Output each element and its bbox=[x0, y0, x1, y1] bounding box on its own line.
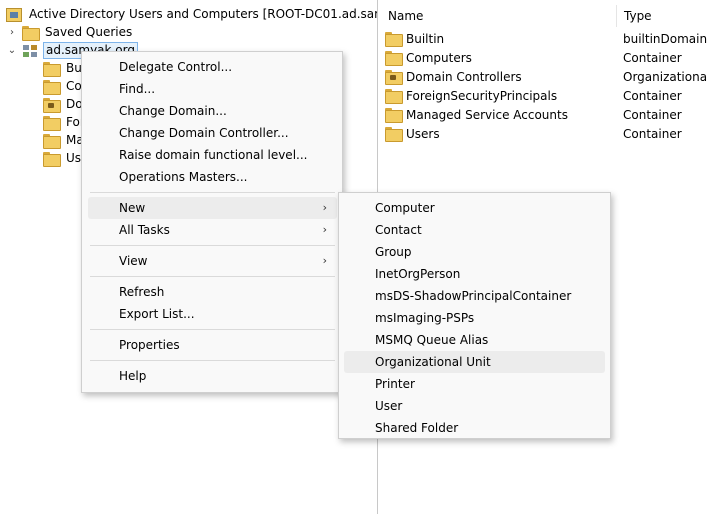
folder-icon bbox=[385, 89, 403, 104]
tree-node-child[interactable]: Ma bbox=[43, 131, 86, 150]
list-item-type: Organizational Unit bbox=[623, 69, 708, 84]
folder-icon bbox=[22, 25, 40, 41]
expand-chevron-icon[interactable]: › bbox=[6, 27, 18, 38]
collapse-chevron-icon[interactable]: ⌄ bbox=[6, 45, 18, 56]
menu-item-change-domain-controller[interactable]: Change Domain Controller... bbox=[88, 122, 337, 144]
menu-item-refresh[interactable]: Refresh bbox=[88, 281, 337, 303]
list-item[interactable]: Builtin builtinDomain bbox=[381, 29, 708, 48]
submenu-arrow-icon: › bbox=[322, 201, 327, 214]
list-item-name: Computers bbox=[406, 50, 472, 65]
menu-item-label: View bbox=[119, 254, 148, 268]
folder-icon bbox=[385, 32, 403, 47]
domain-icon bbox=[22, 44, 38, 58]
submenu-item-user[interactable]: User bbox=[344, 395, 605, 417]
folder-icon bbox=[43, 151, 61, 167]
tree-root-node[interactable]: Active Directory Users and Computers [RO… bbox=[6, 5, 377, 24]
tree-node-label: Saved Queries bbox=[45, 25, 133, 39]
submenu-item-contact[interactable]: Contact bbox=[344, 219, 605, 241]
list-item[interactable]: Managed Service Accounts Container bbox=[381, 105, 708, 124]
new-submenu: Computer Contact Group InetOrgPerson msD… bbox=[338, 192, 611, 439]
column-header-type[interactable]: Type bbox=[617, 5, 708, 27]
menu-item-view[interactable]: View › bbox=[88, 250, 337, 272]
menu-separator bbox=[90, 245, 335, 246]
list-item-type: Container bbox=[623, 50, 682, 65]
folder-icon bbox=[43, 115, 61, 131]
submenu-item-msmq-queue-alias[interactable]: MSMQ Queue Alias bbox=[344, 329, 605, 351]
menu-item-operations-masters[interactable]: Operations Masters... bbox=[88, 166, 337, 188]
folder-icon bbox=[385, 51, 403, 66]
list-item-name: Users bbox=[406, 126, 440, 141]
menu-item-all-tasks[interactable]: All Tasks › bbox=[88, 219, 337, 241]
submenu-item-group[interactable]: Group bbox=[344, 241, 605, 263]
menu-item-label: New bbox=[119, 201, 146, 215]
menu-separator bbox=[90, 329, 335, 330]
list-item-type: Container bbox=[623, 126, 682, 141]
tree-root-label: Active Directory Users and Computers [RO… bbox=[29, 7, 377, 21]
folder-icon bbox=[385, 127, 403, 142]
list-item-type: Container bbox=[623, 107, 682, 122]
submenu-item-shared-folder[interactable]: Shared Folder bbox=[344, 417, 605, 439]
menu-item-raise-functional-level[interactable]: Raise domain functional level... bbox=[88, 144, 337, 166]
menu-separator bbox=[90, 276, 335, 277]
folder-icon bbox=[43, 79, 61, 95]
list-header: Name Type bbox=[381, 5, 708, 27]
submenu-arrow-icon: › bbox=[322, 254, 327, 267]
list-item-name: ForeignSecurityPrincipals bbox=[406, 88, 558, 103]
list-item-type: builtinDomain bbox=[623, 31, 708, 46]
folder-icon bbox=[43, 133, 61, 149]
menu-item-export-list[interactable]: Export List... bbox=[88, 303, 337, 325]
ou-folder-icon bbox=[43, 97, 61, 113]
menu-item-find[interactable]: Find... bbox=[88, 78, 337, 100]
submenu-item-computer[interactable]: Computer bbox=[344, 197, 605, 219]
column-header-name[interactable]: Name bbox=[381, 5, 617, 27]
context-menu: Delegate Control... Find... Change Domai… bbox=[81, 51, 343, 393]
aduc-console-icon bbox=[6, 7, 22, 22]
submenu-item-printer[interactable]: Printer bbox=[344, 373, 605, 395]
submenu-arrow-icon: › bbox=[322, 223, 327, 236]
list-item[interactable]: Computers Container bbox=[381, 48, 708, 67]
list-item-name: Domain Controllers bbox=[406, 69, 522, 84]
menu-item-help[interactable]: Help bbox=[88, 365, 337, 387]
tree-node-saved-queries[interactable]: › Saved Queries bbox=[6, 23, 134, 42]
menu-item-new[interactable]: New › bbox=[88, 197, 337, 219]
list-item-name: Managed Service Accounts bbox=[406, 107, 568, 122]
menu-item-properties[interactable]: Properties bbox=[88, 334, 337, 356]
list-item[interactable]: ForeignSecurityPrincipals Container bbox=[381, 86, 708, 105]
menu-item-delegate-control[interactable]: Delegate Control... bbox=[88, 56, 337, 78]
menu-item-label: All Tasks bbox=[119, 223, 170, 237]
submenu-item-msimaging-psps[interactable]: msImaging-PSPs bbox=[344, 307, 605, 329]
scrollbar-corner bbox=[698, 496, 708, 514]
folder-icon bbox=[385, 108, 403, 123]
menu-separator bbox=[90, 192, 335, 193]
folder-icon bbox=[43, 61, 61, 77]
submenu-item-organizational-unit[interactable]: Organizational Unit bbox=[344, 351, 605, 373]
ou-folder-icon bbox=[385, 70, 403, 85]
menu-separator bbox=[90, 360, 335, 361]
list-item[interactable]: Users Container bbox=[381, 124, 708, 143]
list-item[interactable]: Domain Controllers Organizational Unit bbox=[381, 67, 708, 86]
list-item-name: Builtin bbox=[406, 31, 445, 46]
submenu-item-shadow-principal-container[interactable]: msDS-ShadowPrincipalContainer bbox=[344, 285, 605, 307]
submenu-item-inetorgperson[interactable]: InetOrgPerson bbox=[344, 263, 605, 285]
list-item-type: Container bbox=[623, 88, 682, 103]
menu-item-change-domain[interactable]: Change Domain... bbox=[88, 100, 337, 122]
